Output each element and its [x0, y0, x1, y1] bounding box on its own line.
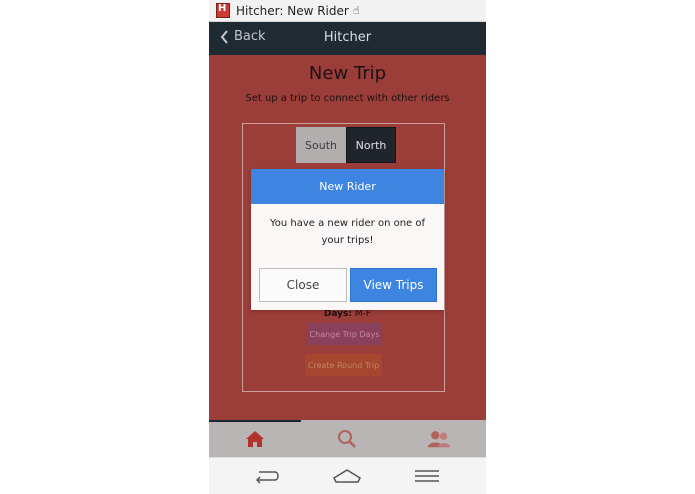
dialog-title: New Rider	[251, 169, 444, 204]
hitcher-app-icon	[216, 3, 230, 18]
system-home-button[interactable]	[332, 466, 362, 486]
tab-riders[interactable]	[427, 428, 451, 450]
system-menu-button[interactable]	[412, 466, 442, 486]
riders-icon	[427, 431, 451, 448]
new-rider-dialog: New Rider You have a new rider on one of…	[251, 169, 444, 310]
system-back-button[interactable]	[252, 466, 282, 486]
home-icon	[246, 431, 264, 447]
close-button[interactable]: Close	[259, 268, 347, 302]
system-navigation-bar	[209, 457, 486, 494]
tab-home[interactable]	[243, 428, 267, 450]
back-arrow-icon	[255, 471, 279, 484]
phone-screen: Hitcher: New Rider ☝ Back Hitcher New Tr…	[209, 0, 486, 494]
tab-bar	[209, 420, 486, 457]
status-bar: Hitcher: New Rider ☝	[209, 0, 486, 22]
dialog-message: You have a new rider on one of your trip…	[269, 218, 426, 246]
tab-search[interactable]	[335, 428, 359, 450]
active-tab-indicator	[209, 420, 301, 422]
home-outline-icon	[333, 469, 361, 483]
view-trips-button[interactable]: View Trips	[350, 268, 437, 302]
menu-icon	[415, 470, 439, 482]
status-notification-text: Hitcher: New Rider	[236, 3, 349, 18]
search-icon	[338, 430, 356, 448]
hand-pointer-icon: ☝	[352, 4, 360, 17]
